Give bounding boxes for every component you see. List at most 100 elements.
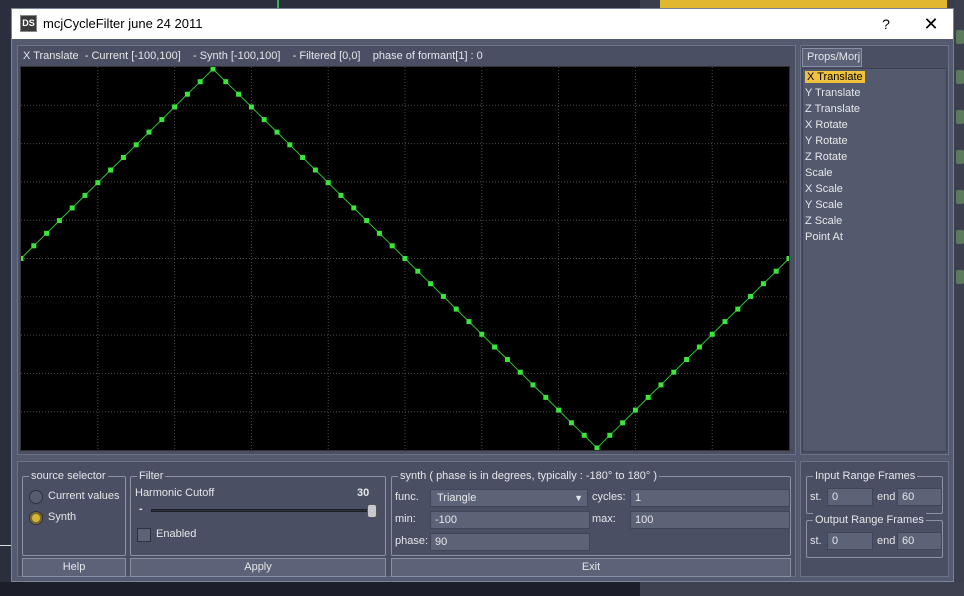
data-point[interactable] [21,256,24,261]
input-start-field[interactable]: 0 [827,488,873,506]
data-point[interactable] [120,155,126,160]
data-point[interactable] [645,394,651,400]
props-morphs-tab[interactable]: Props/Morj [802,48,862,67]
property-item[interactable]: X Translate [803,69,946,85]
data-point[interactable] [312,167,318,173]
data-point[interactable] [108,167,114,173]
output-start-field[interactable]: 0 [827,532,873,550]
data-point[interactable] [389,243,395,249]
data-point[interactable] [159,117,165,123]
property-item[interactable]: Scale [803,165,946,181]
data-point[interactable] [594,445,600,451]
data-point[interactable] [709,331,715,337]
data-point[interactable] [236,91,242,97]
data-point[interactable] [364,218,370,224]
data-point[interactable] [402,256,408,261]
data-point[interactable] [684,357,690,362]
property-item[interactable]: Z Rotate [803,149,946,165]
data-point[interactable] [338,192,344,198]
data-point[interactable] [517,369,523,375]
data-point[interactable] [556,407,562,413]
data-point[interactable] [504,357,510,362]
data-point[interactable] [44,230,50,236]
data-point[interactable] [492,344,498,350]
data-point[interactable] [274,129,280,135]
data-point[interactable] [210,67,216,72]
help-button[interactable]: Help [22,558,126,577]
data-point[interactable] [133,142,139,148]
data-point[interactable] [325,180,331,186]
data-point[interactable] [760,281,766,287]
data-point[interactable] [82,192,88,198]
data-point[interactable] [786,256,790,261]
data-point[interactable] [581,432,587,438]
property-item[interactable]: Point At [803,229,946,245]
data-point[interactable] [735,306,741,312]
data-point[interactable] [658,382,664,388]
data-point[interactable] [184,91,190,97]
enabled-label[interactable]: Enabled [156,528,196,540]
data-point[interactable] [248,104,254,110]
property-item-label: Z Rotate [805,151,848,163]
min-input[interactable]: -100 [430,511,590,529]
data-point[interactable] [671,369,677,375]
data-point[interactable] [197,79,203,85]
close-button[interactable]: ✕ [918,13,944,35]
property-item[interactable]: Y Translate [803,85,946,101]
property-item[interactable]: Y Scale [803,197,946,213]
data-point[interactable] [146,129,152,135]
data-point[interactable] [69,205,75,211]
data-point[interactable] [223,79,229,85]
output-end-field[interactable]: 60 [897,532,942,550]
data-point[interactable] [351,205,357,211]
data-point[interactable] [415,268,421,274]
data-point[interactable] [568,420,574,426]
data-point[interactable] [453,306,459,312]
data-point[interactable] [31,243,37,249]
property-item-label: Y Scale [805,199,843,211]
filter-legend: Filter [137,469,166,483]
data-point[interactable] [428,281,434,287]
exit-button[interactable]: Exit [391,558,791,577]
synth-radio[interactable] [29,511,43,525]
data-point[interactable] [172,104,178,110]
data-point[interactable] [620,420,626,426]
property-item[interactable]: Z Translate [803,101,946,117]
data-point[interactable] [261,117,267,123]
harmonic-cutoff-slider[interactable] [151,509,373,512]
current-values-label[interactable]: Current values [48,490,120,502]
data-point[interactable] [479,331,485,337]
synth-label[interactable]: Synth [48,511,76,523]
data-point[interactable] [748,293,754,299]
data-point[interactable] [696,344,702,350]
data-point[interactable] [543,394,549,400]
property-item[interactable]: X Rotate [803,117,946,133]
enabled-checkbox[interactable] [137,528,151,542]
data-point[interactable] [632,407,638,413]
data-point[interactable] [95,180,101,186]
function-select[interactable]: Triangle ▼ [430,489,588,507]
help-title-button[interactable]: ? [874,13,898,35]
data-point[interactable] [530,382,536,388]
property-item[interactable]: Z Scale [803,213,946,229]
data-point[interactable] [466,319,472,325]
input-end-field[interactable]: 60 [897,488,942,506]
property-item[interactable]: X Scale [803,181,946,197]
slider-handle[interactable] [367,504,377,518]
data-point[interactable] [300,155,306,160]
graph-area[interactable] [20,66,790,451]
data-point[interactable] [773,268,779,274]
data-point[interactable] [440,293,446,299]
title-bar[interactable]: DS mcjCycleFilter june 24 2011 ? ✕ [12,9,953,39]
property-item[interactable]: Y Rotate [803,133,946,149]
data-point[interactable] [56,218,62,224]
data-point[interactable] [287,142,293,148]
data-point[interactable] [376,230,382,236]
cycles-input[interactable]: 1 [630,489,790,507]
apply-button[interactable]: Apply [130,558,386,577]
current-values-radio[interactable] [29,490,43,504]
data-point[interactable] [607,432,613,438]
data-point[interactable] [722,319,728,325]
phase-input[interactable]: 90 [430,533,590,551]
max-input[interactable]: 100 [630,511,790,529]
